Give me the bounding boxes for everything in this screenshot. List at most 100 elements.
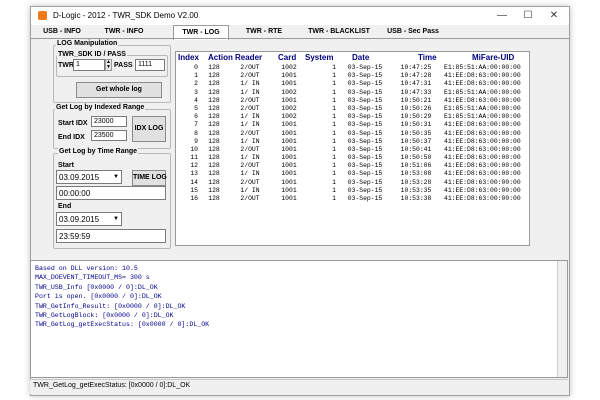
table-cell: 10:53:28: [400, 178, 432, 186]
end-date-picker[interactable]: 03.09.2015 ▼: [56, 212, 122, 226]
table-cell: 1001: [281, 137, 297, 145]
twr-id-input[interactable]: 1: [73, 59, 105, 71]
minimize-button[interactable]: —: [491, 9, 513, 23]
time-log-button[interactable]: TIME LOG: [132, 170, 167, 186]
table-cell: 1002: [281, 104, 297, 112]
table-row[interactable]: 3 128 1/ IN 1002 1 03-Sep-15 10:47:33 E1:85:51:…: [176, 89, 529, 97]
table-row[interactable]: 0 128 2/OUT 1002 1 03-Sep-15 10:47:25 E1:85:51:…: [176, 64, 529, 72]
table-cell: 10:50:41: [400, 145, 432, 153]
table-row[interactable]: 6 128 1/ IN 1002 1 03-Sep-15 10:50:29 E1:85:51:…: [176, 113, 529, 121]
log-line: TWR_GetLogBlock: [0x0000 / 0]:DL_OK: [35, 312, 174, 319]
start-idx-input[interactable]: 23000: [91, 116, 127, 127]
table-cell: 1001: [281, 154, 297, 162]
table-row[interactable]: 11 128 1/ IN 1001 1 03-Sep-15 10:50:50 41:EE:D8…: [176, 154, 529, 162]
end-idx-input[interactable]: 23500: [91, 130, 127, 141]
table-cell: 14: [190, 178, 198, 186]
table-cell: 11: [190, 154, 198, 162]
tab-usb-sec-pass[interactable]: USB - Sec Pass: [381, 26, 445, 38]
table-row[interactable]: 1 128 2/OUT 1001 1 03-Sep-15 10:47:28 41:EE:D8:…: [176, 72, 529, 80]
table-cell: 3: [194, 88, 198, 96]
idx-log-button[interactable]: IDX LOG: [132, 116, 166, 142]
twr-label: TWR: [58, 62, 74, 69]
table-row[interactable]: 7 128 1/ IN 1001 1 03-Sep-15 10:50:31 41:EE:D8:…: [176, 121, 529, 129]
table-cell: E1:85:51:AA:00:00:00: [444, 64, 521, 71]
table-cell: 41:EE:D8:63:00:00:00: [444, 121, 521, 129]
table-row[interactable]: 10 128 2/OUT 1001 1 03-Sep-15 10:50:41 41:EE:D8…: [176, 146, 529, 154]
get-whole-log-button[interactable]: Get whole log: [76, 82, 162, 98]
start-time-input[interactable]: 00:00:00: [56, 186, 166, 200]
pass-input[interactable]: 1111: [135, 59, 165, 71]
table-cell: 10:53:08: [400, 170, 432, 178]
table-cell: 6: [194, 113, 198, 121]
table-cell: 2/OUT: [240, 162, 260, 170]
table-row[interactable]: 5 128 2/OUT 1002 1 03-Sep-15 10:50:26 E1:85:51:…: [176, 105, 529, 113]
log-scrollbar[interactable]: [557, 261, 567, 377]
tab-twr-rte[interactable]: TWR - RTE: [235, 26, 293, 38]
table-cell: 16: [190, 195, 198, 202]
table-cell: 1/ IN: [240, 80, 260, 88]
table-row[interactable]: 2 128 1/ IN 1001 1 03-Sep-15 10:47:31 41:EE:D8:…: [176, 80, 529, 88]
table-row[interactable]: 8 128 2/OUT 1001 1 03-Sep-15 10:50:35 41:EE:D8:…: [176, 130, 529, 138]
table-row[interactable]: 15 128 1/ IN 1001 1 03-Sep-15 10:53:35 41:EE:D8…: [176, 187, 529, 195]
table-cell: 1/ IN: [240, 113, 260, 121]
table-row[interactable]: 13 128 1/ IN 1001 1 03-Sep-15 10:53:08 41:EE:D8…: [176, 170, 529, 178]
table-cell: 7: [194, 121, 198, 129]
column-header-index: Index: [178, 53, 199, 62]
table-cell: 03-Sep-15: [347, 195, 383, 202]
table-cell: 2/OUT: [240, 145, 260, 153]
table-cell: 1: [332, 113, 336, 121]
chevron-down-icon[interactable]: ▼: [113, 213, 119, 226]
table-cell: 03-Sep-15: [347, 129, 383, 137]
twr-id-spinner[interactable]: ▲ ▼: [105, 59, 112, 71]
table-cell: 1001: [281, 72, 297, 80]
table-cell: E1:85:51:AA:00:00:00: [444, 88, 521, 96]
table-row[interactable]: 16 128 2/OUT 1001 1 03-Sep-15 10:53:38 41:EE:D8…: [176, 195, 529, 203]
end-date-value: 03.09.2015: [59, 215, 100, 224]
tab-usb-info[interactable]: USB - INFO: [34, 26, 90, 38]
log-line: TWR_GetInfo_Result: [0x0000 / 0]:DL_OK: [35, 302, 186, 310]
table-row[interactable]: 14 128 2/OUT 1001 1 03-Sep-15 10:53:28 41:EE:D8…: [176, 179, 529, 187]
tab-twr-info[interactable]: TWR - INFO: [93, 26, 155, 38]
status-bar: TWR_GetLog_getExecStatus: [0x0000 / 0]:D…: [30, 379, 568, 394]
output-log[interactable]: Based on DLL version: 10.5 MAX_DOEVENT_TI…: [30, 260, 568, 378]
tab-twr-blacklist[interactable]: TWR - BLACKLIST: [301, 26, 377, 38]
table-row[interactable]: 4 128 2/OUT 1001 1 03-Sep-15 10:50:21 41:EE:D8:…: [176, 97, 529, 105]
log-table[interactable]: Index Action Reader Card System Date Tim…: [175, 51, 530, 246]
chevron-down-icon[interactable]: ▼: [106, 65, 111, 70]
table-cell: 41:EE:D8:63:00:00:00: [444, 96, 521, 104]
close-button[interactable]: ✕: [543, 9, 565, 23]
table-cell: 03-Sep-15: [347, 72, 383, 80]
table-cell: 10:53:35: [400, 186, 432, 194]
end-time-input[interactable]: 23:59:59: [56, 229, 166, 243]
table-cell: 1001: [281, 186, 297, 194]
table-cell: 03-Sep-15: [347, 113, 383, 121]
table-cell: 2/OUT: [240, 129, 260, 137]
table-cell: 41:EE:D8:63:00:00:00: [444, 162, 521, 170]
table-cell: 1: [332, 80, 336, 88]
start-date-picker[interactable]: 03.09.2015 ▼: [56, 170, 122, 184]
table-cell: 1: [332, 96, 336, 104]
column-header-mifare-uid: MiFare-UID: [472, 53, 515, 62]
table-cell: 2: [194, 80, 198, 88]
table-cell: 1002: [281, 88, 297, 96]
table-cell: 03-Sep-15: [347, 121, 383, 129]
table-cell: 2/OUT: [240, 178, 260, 186]
table-cell: 41:EE:D8:63:00:00:00: [444, 170, 521, 178]
table-cell: 10:50:50: [400, 154, 432, 162]
table-cell: 2/OUT: [240, 104, 260, 112]
table-cell: 10:50:31: [400, 121, 432, 129]
table-cell: 128: [208, 186, 220, 194]
table-cell: 10:53:38: [400, 195, 432, 202]
table-row[interactable]: 12 128 2/OUT 1001 1 03-Sep-15 10:51:06 41:EE:D8…: [176, 162, 529, 170]
table-cell: 10:50:35: [400, 129, 432, 137]
chevron-down-icon[interactable]: ▼: [113, 171, 119, 184]
table-cell: 1: [332, 178, 336, 186]
maximize-button[interactable]: ☐: [517, 9, 539, 23]
column-header-action: Action: [208, 53, 233, 62]
table-row[interactable]: 9 128 1/ IN 1001 1 03-Sep-15 10:50:37 41:EE:D8:…: [176, 138, 529, 146]
table-cell: 8: [194, 129, 198, 137]
table-cell: 10:50:37: [400, 137, 432, 145]
table-cell: 15: [190, 186, 198, 194]
table-cell: 1: [332, 72, 336, 80]
table-cell: 1001: [281, 178, 297, 186]
